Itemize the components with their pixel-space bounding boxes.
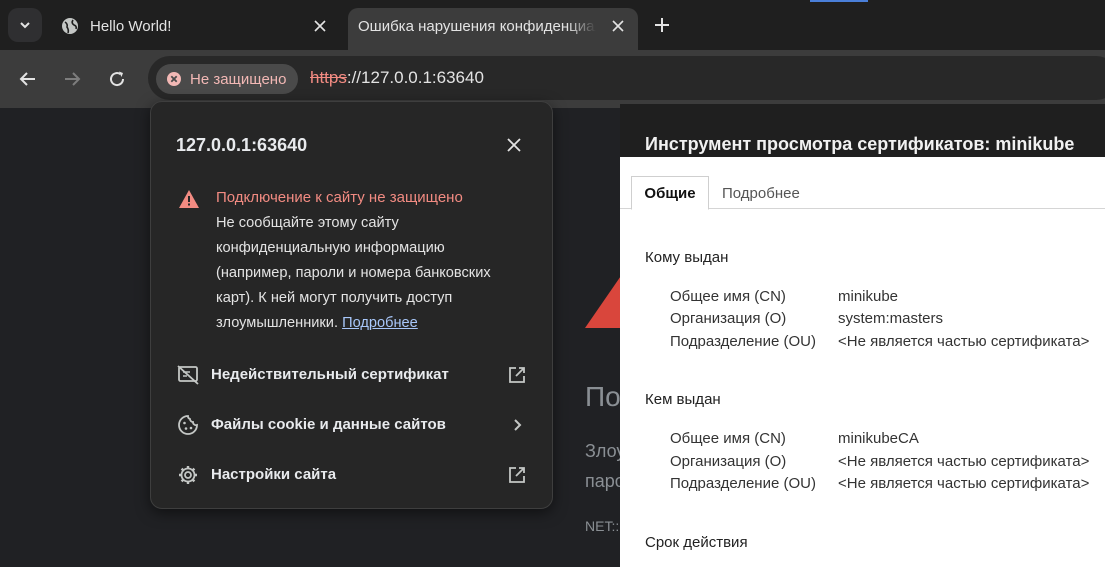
popup-host: 127.0.0.1:63640 — [176, 135, 308, 155]
reload-icon — [110, 71, 125, 87]
page-text-line: паро — [585, 471, 625, 491]
address-bar[interactable]: Не защищено https://127.0.0.1:63640 — [148, 56, 1105, 100]
tab-search-button[interactable] — [8, 8, 42, 42]
close-icon — [314, 20, 326, 32]
plus-icon — [655, 18, 669, 32]
chevron-down-icon — [20, 22, 30, 29]
certificate-tabs: Общие Подробнее — [620, 157, 1105, 210]
close-icon — [507, 138, 521, 152]
certificate-viewer: Инструмент просмотра сертификатов: minik… — [620, 104, 1105, 567]
issued-by-heading: Кем выдан — [645, 391, 721, 408]
site-info-popup: 127.0.0.1:63640 Подключение к сайту не з… — [150, 101, 553, 509]
warning-icon — [178, 189, 200, 214]
tab-general[interactable]: Общие — [631, 176, 709, 210]
close-icon — [612, 20, 624, 32]
row-label: Настройки сайта — [211, 466, 337, 483]
window-accent — [810, 0, 868, 2]
invalid-certificate-row[interactable]: Недействительный сертификат — [151, 353, 552, 397]
cookie-icon — [177, 414, 199, 436]
tab-title: Hello World! — [90, 18, 172, 35]
settings-gear-icon — [177, 464, 199, 486]
tab-close-button[interactable] — [310, 16, 330, 36]
learn-more-link[interactable]: Подробнее — [342, 315, 418, 331]
field-name: Подразделение (OU) — [670, 475, 816, 492]
tab-hello-world[interactable]: Hello World! — [52, 8, 344, 50]
field-value: <Не является частью сертификата> — [838, 333, 1090, 350]
tab-details[interactable]: Подробнее — [722, 176, 800, 210]
warning-title: Подключение к сайту не защищено — [216, 189, 463, 206]
field-value: minikube — [838, 288, 899, 305]
page-error-code: NET:: — [585, 518, 620, 534]
certificate-viewer-title: Инструмент просмотра сертификатов: minik… — [645, 134, 1075, 154]
open-in-new-icon — [506, 464, 528, 486]
field-name: Организация (O) — [670, 453, 787, 470]
url-text[interactable]: https://127.0.0.1:63640 — [310, 68, 484, 88]
tab-strip: Hello World! Ошибка нарушения конфиденци… — [0, 0, 1105, 50]
reload-button[interactable] — [103, 65, 131, 93]
field-value: <Не является частью сертификата> — [838, 475, 1090, 492]
certificate-viewer-header: Инструмент просмотра сертификатов: minik… — [620, 104, 1105, 157]
page-heading: По — [585, 381, 621, 412]
chevron-right-icon — [506, 414, 528, 436]
open-in-new-icon — [506, 364, 528, 386]
field-name: Организация (O) — [670, 310, 787, 327]
tab-privacy-error[interactable]: Ошибка нарушения конфиденциальности — [348, 8, 638, 50]
warning-description: Не сообщайте этому сайту конфиденциальну… — [216, 211, 516, 336]
new-tab-button[interactable] — [650, 13, 674, 37]
validity-heading: Срок действия — [645, 534, 748, 551]
field-value: <Не является частью сертификата> — [838, 453, 1090, 470]
row-label: Недействительный сертификат — [211, 366, 449, 383]
security-chip-label: Не защищено — [190, 70, 287, 88]
url-host: ://127.0.0.1:63640 — [346, 68, 484, 87]
arrow-left-icon — [19, 72, 35, 86]
toolbar: Не защищено https://127.0.0.1:63640 — [0, 50, 1105, 108]
browser-window: Hello World! Ошибка нарушения конфиденци… — [0, 0, 1105, 567]
issued-to-heading: Кому выдан — [645, 249, 729, 266]
popup-close-button[interactable] — [504, 135, 524, 155]
cookies-row[interactable]: Файлы cookie и данные сайтов — [151, 403, 552, 447]
field-name: Общее имя (CN) — [670, 288, 786, 305]
url-scheme: https — [310, 68, 347, 87]
field-name: Общее имя (CN) — [670, 430, 786, 447]
globe-icon — [60, 16, 80, 40]
tab-title: Ошибка нарушения конфиденциальности — [358, 18, 596, 35]
arrow-right-icon — [65, 72, 81, 86]
warning-body-text: Не сообщайте этому сайту конфиденциальну… — [216, 215, 491, 331]
row-label: Файлы cookie и данные сайтов — [211, 416, 446, 433]
security-chip[interactable]: Не защищено — [156, 64, 299, 94]
error-icon — [167, 72, 181, 86]
field-value: minikubeCA — [838, 430, 919, 447]
forward-button[interactable] — [58, 65, 86, 93]
field-value: system:masters — [838, 310, 944, 327]
tab-close-button[interactable] — [608, 16, 628, 36]
back-button[interactable] — [14, 65, 42, 93]
site-settings-row[interactable]: Настройки сайта — [151, 453, 552, 497]
certificate-off-icon — [177, 364, 199, 386]
field-name: Подразделение (OU) — [670, 333, 816, 350]
